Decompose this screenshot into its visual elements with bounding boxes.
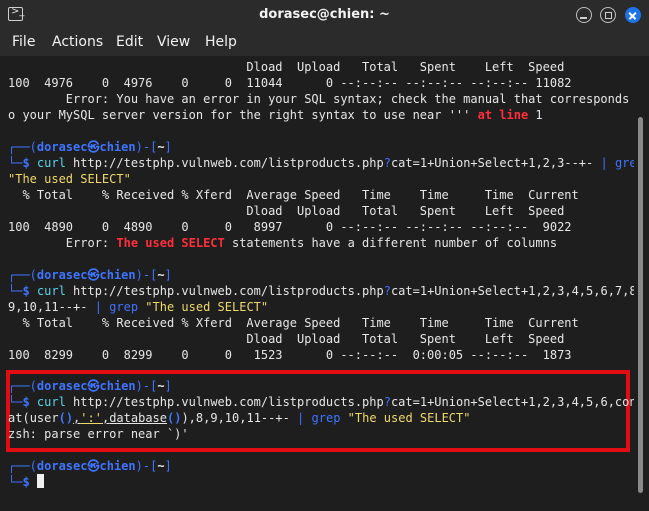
- prompt-line: ┌──(dorasec㉿chien)-[~]: [8, 268, 172, 282]
- output-line: Error: You have an error in your SQL syn…: [8, 92, 644, 106]
- menu-actions[interactable]: Actions: [52, 34, 103, 50]
- output-line: 100 4976 0 4976 0 0 11044 0 --:--:-- --:…: [8, 76, 572, 90]
- prompt-line: ┌──(dorasec㉿chien)-[~]: [8, 459, 172, 473]
- minimize-button[interactable]: [576, 7, 592, 23]
- menu-edit[interactable]: Edit: [116, 34, 143, 50]
- maximize-button[interactable]: [600, 7, 616, 23]
- command-line: └─$ curl http://testphp.vulnweb.com/list…: [8, 284, 644, 298]
- prompt-line: ┌──(dorasec㉿chien)-[~]: [8, 140, 172, 154]
- error-line: zsh: parse error near `)': [8, 427, 189, 441]
- output-line: % Total % Received % Xferd Average Speed…: [8, 316, 579, 330]
- output-line: o your MySQL server version for the righ…: [8, 108, 543, 122]
- output-line: Error: The used SELECT statements have a…: [8, 236, 558, 250]
- menu-help[interactable]: Help: [205, 34, 237, 50]
- title-bar: >_ dorasec@chien: ~: [0, 0, 649, 30]
- command-line: at(user(),':',database()),8,9,10,11--+- …: [8, 411, 471, 425]
- active-prompt[interactable]: └─$: [8, 474, 44, 490]
- scrollbar-thumb[interactable]: [638, 117, 643, 493]
- output-line: Dload Upload Total Spent Left Speed: [8, 204, 565, 218]
- output-line: Dload Upload Total Spent Left Speed: [8, 60, 565, 74]
- menu-file[interactable]: File: [12, 34, 35, 50]
- command-line: └─$ curl http://testphp.vulnweb.com/list…: [8, 395, 644, 409]
- window-title: dorasec@chien: ~: [259, 7, 390, 22]
- scrollbar[interactable]: [634, 56, 649, 511]
- command-line: "The used SELECT": [8, 172, 131, 186]
- close-button[interactable]: [625, 7, 641, 23]
- output-line: 100 4890 0 4890 0 0 8997 0 --:--:-- --:-…: [8, 220, 572, 234]
- prompt-line: ┌──(dorasec㉿chien)-[~]: [8, 379, 172, 393]
- command-line: 9,10,11--+- | grep "The used SELECT": [8, 300, 269, 314]
- output-line: Dload Upload Total Spent Left Speed: [8, 332, 565, 346]
- text-cursor: [36, 474, 44, 488]
- menu-view[interactable]: View: [157, 34, 190, 50]
- menu-bar: File Actions Edit View Help: [0, 30, 649, 56]
- command-line: └─$ curl http://testphp.vulnweb.com/list…: [8, 156, 644, 170]
- output-line: 100 8299 0 8299 0 0 1523 0 --:--:-- 0:00…: [8, 348, 572, 362]
- output-line: % Total % Received % Xferd Average Speed…: [8, 188, 579, 202]
